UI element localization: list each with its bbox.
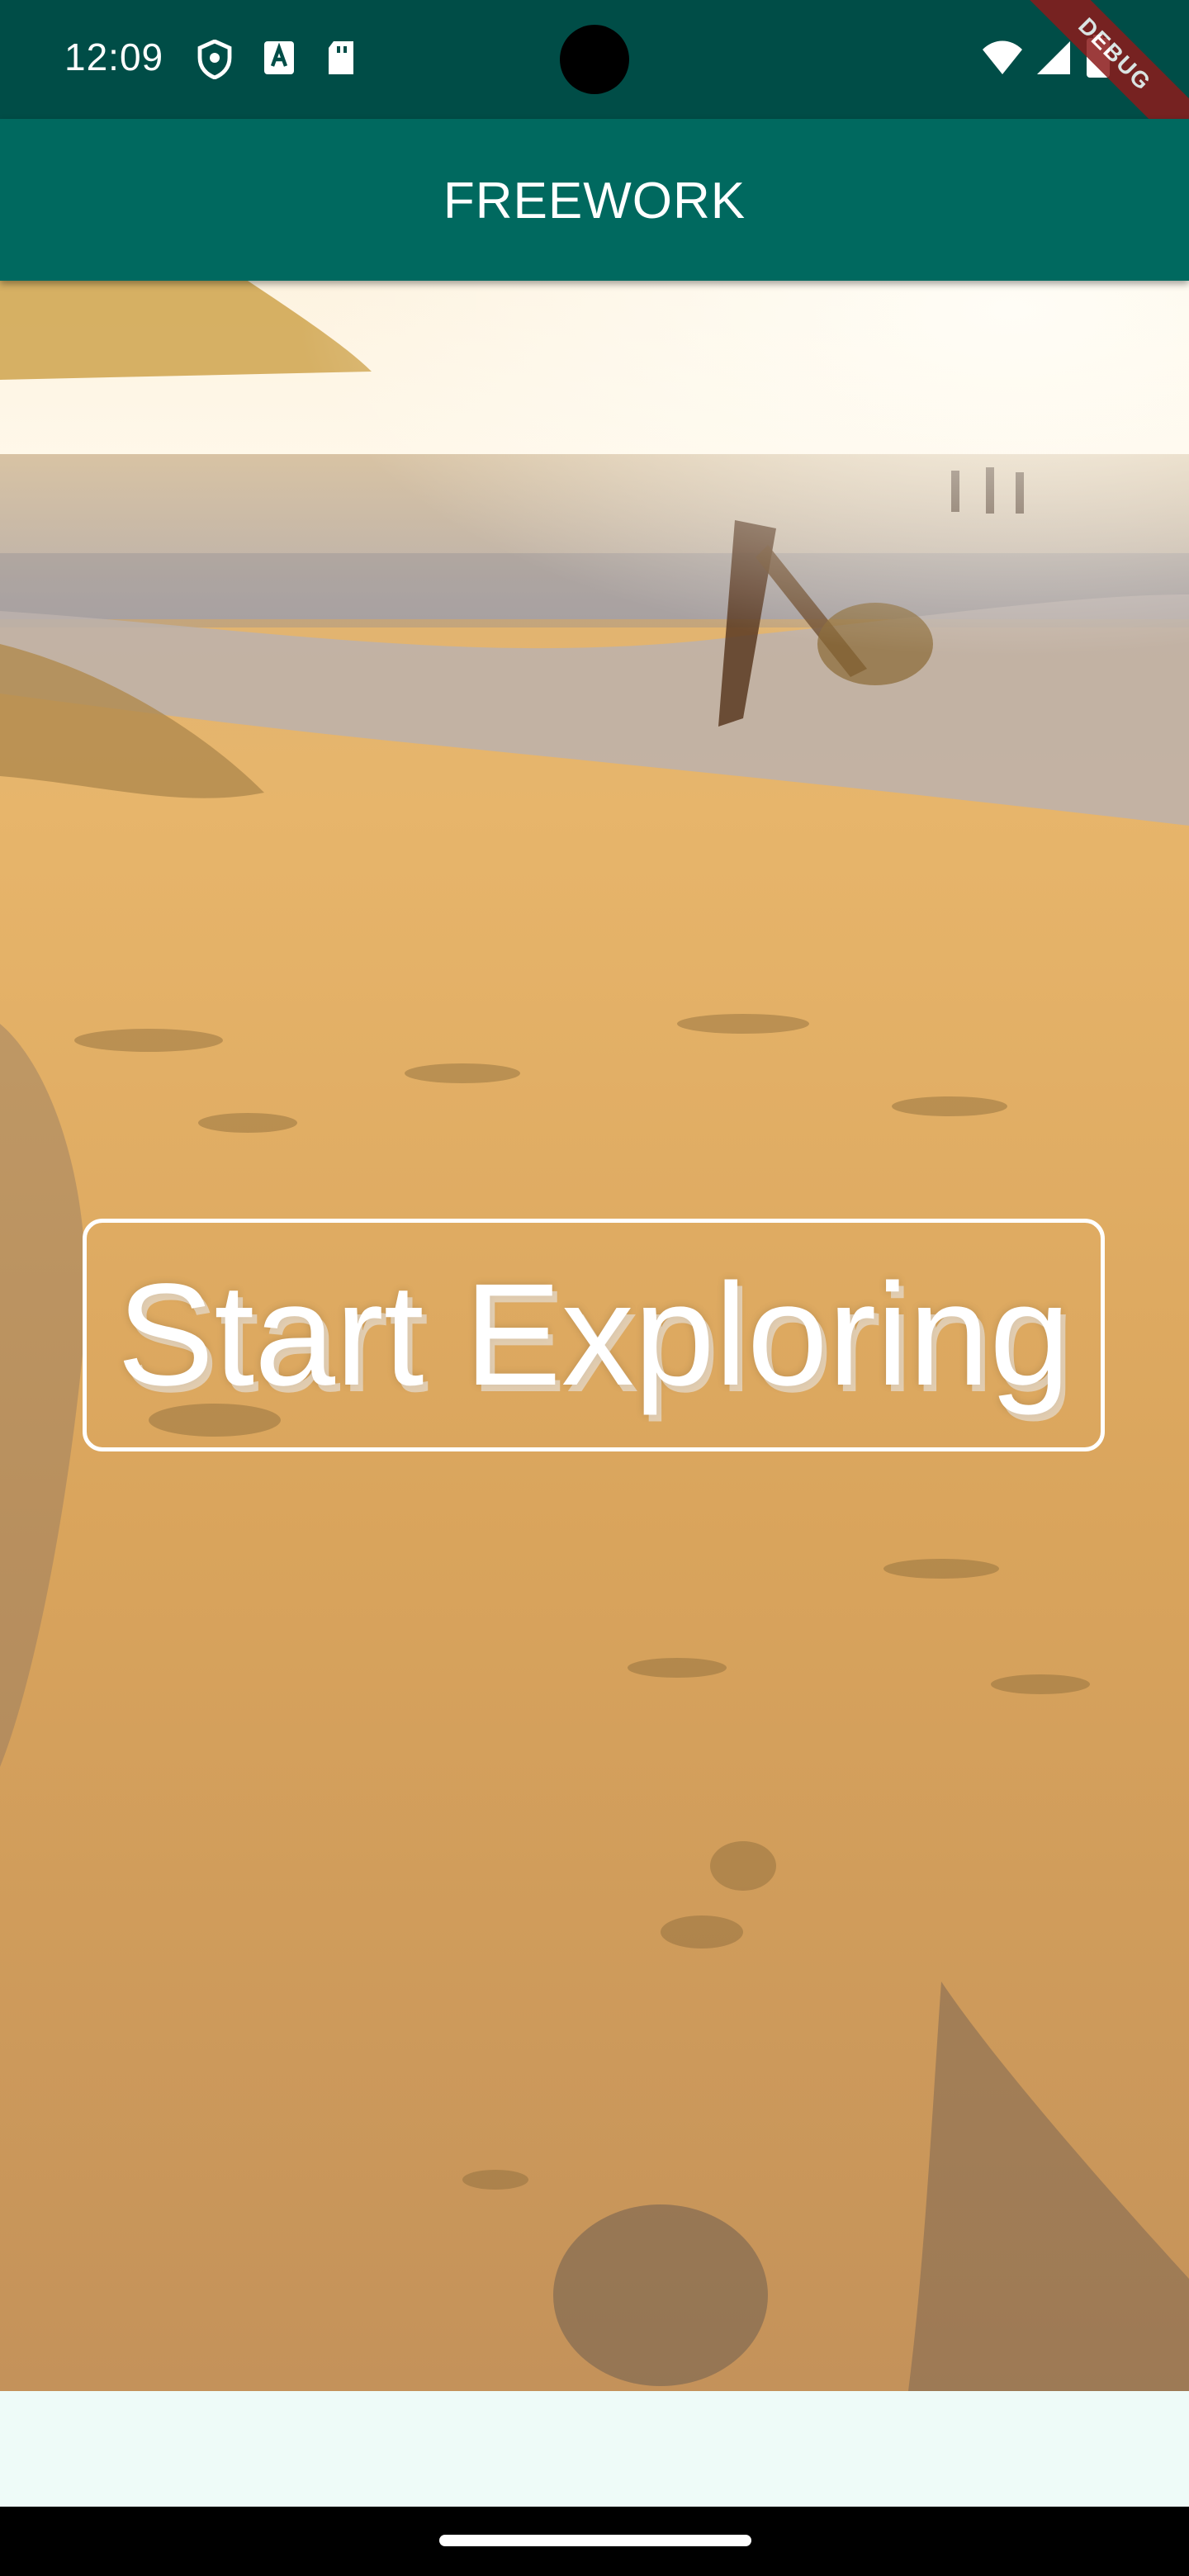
shield-icon [197, 39, 233, 83]
home-gesture-handle[interactable] [439, 2535, 751, 2546]
status-time: 12:09 [64, 36, 164, 78]
app-title: FREEWORK [443, 173, 746, 230]
status-bar: 12:09 DEBUG [0, 0, 1189, 158]
app-bar: FREEWORK [0, 119, 1189, 281]
wifi-icon [981, 40, 1024, 80]
sd-card-icon [325, 40, 357, 80]
text-a-icon [263, 40, 296, 80]
start-exploring-button[interactable]: Start Exploring [83, 1219, 1105, 1451]
front-camera [560, 25, 629, 94]
bottom-panel [0, 2391, 1189, 2507]
cell-signal-icon [1035, 40, 1072, 80]
